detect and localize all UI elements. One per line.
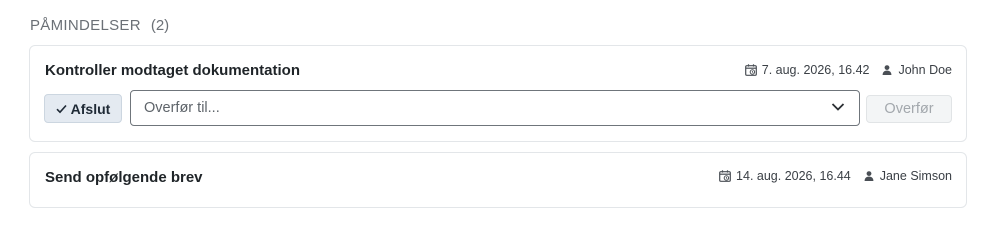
chevron-down-icon xyxy=(831,102,845,112)
transfer-select-placeholder: Overfør til... xyxy=(144,100,220,116)
reminder-title: Kontroller modtaget dokumentation xyxy=(45,62,300,79)
person-icon xyxy=(881,64,893,76)
check-icon xyxy=(56,104,67,114)
reminder-user: Jane Simson xyxy=(879,169,952,183)
complete-button-label: Afslut xyxy=(70,100,111,117)
transfer-select[interactable]: Overfør til... xyxy=(130,90,860,126)
reminder-datetime: 7. aug. 2026, 16.42 xyxy=(761,63,870,77)
reminder-user: John Doe xyxy=(898,63,952,77)
reminder-title: Send opfølgende brev xyxy=(45,169,203,186)
section-title: PÅMINDELSER xyxy=(30,16,141,34)
reminder-card: Kontroller modtaget dokumentation 7. aug… xyxy=(29,45,967,142)
reminder-card: Send opfølgende brev 14. aug. 2026, 16.4… xyxy=(29,152,967,208)
person-icon xyxy=(863,170,875,182)
calendar-clock-icon xyxy=(719,170,731,182)
transfer-button[interactable]: Overfør xyxy=(866,95,952,123)
reminder-meta: 7. aug. 2026, 16.42 John Doe xyxy=(744,63,952,77)
reminder-actions: Afslut Overfør til... Overfør xyxy=(44,90,952,126)
section-header: PÅMINDELSER (2) xyxy=(30,15,169,35)
complete-button[interactable]: Afslut xyxy=(44,94,122,123)
section-count: (2) xyxy=(150,16,170,34)
reminder-meta: 14. aug. 2026, 16.44 Jane Simson xyxy=(719,169,952,183)
calendar-clock-icon xyxy=(744,64,757,76)
reminder-datetime: 14. aug. 2026, 16.44 xyxy=(736,169,851,183)
